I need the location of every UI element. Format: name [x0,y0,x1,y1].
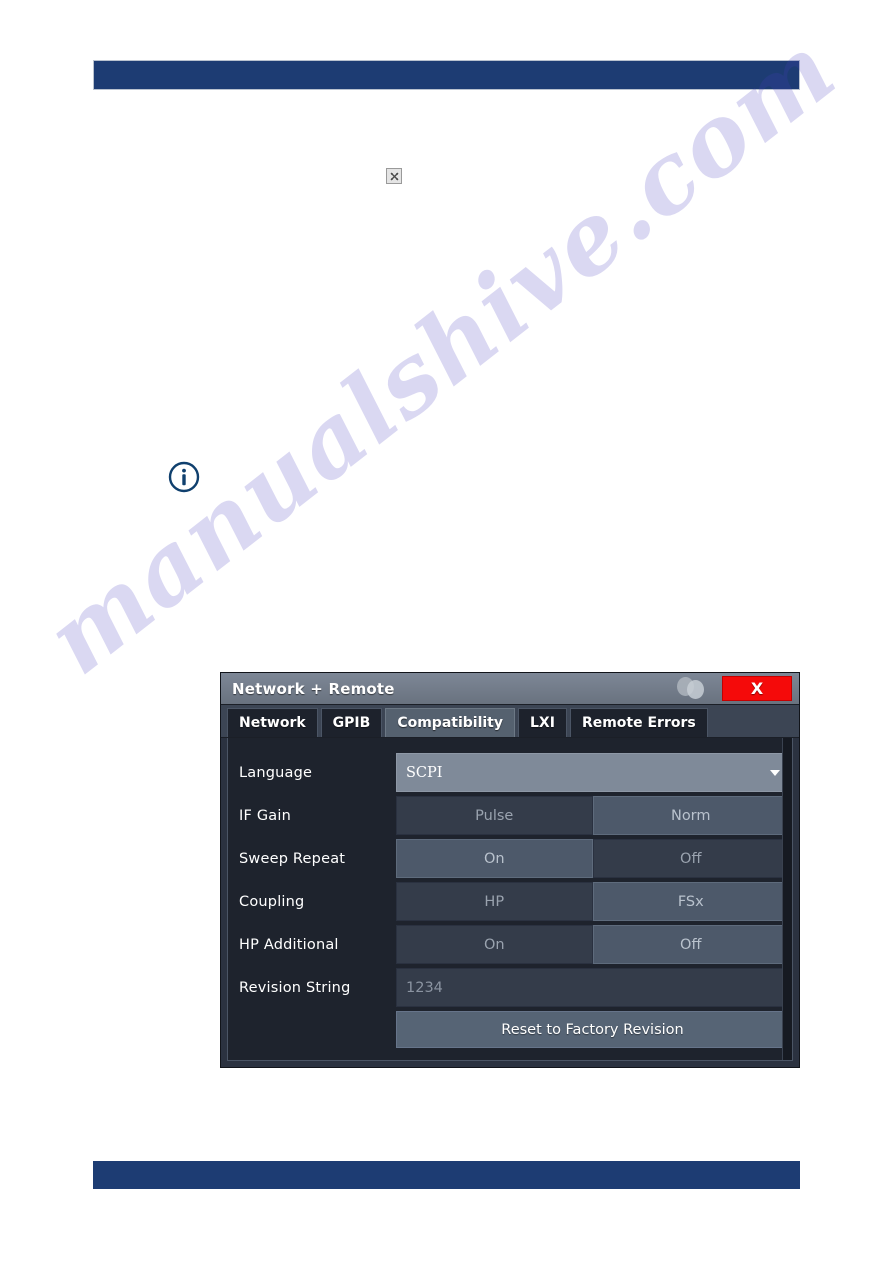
control-if-gain: Pulse Norm [396,794,792,837]
titlebar-circles-icon [677,677,711,699]
label-hp-additional: HP Additional [239,936,339,953]
sweep-repeat-option-on[interactable]: On [396,839,593,878]
sweep-repeat-option-off[interactable]: Off [592,839,789,878]
tab-compatibility[interactable]: Compatibility [385,708,515,737]
row-if-gain: IF Gain Pulse Norm [228,794,792,837]
close-button[interactable]: X [722,676,792,701]
control-reset: Reset to Factory Revision [396,1009,792,1050]
label-revision-string: Revision String [239,979,351,996]
network-remote-dialog: Network + Remote X Network GPIB Compatib… [221,673,799,1067]
label-sweep-repeat: Sweep Repeat [239,850,346,867]
if-gain-option-pulse[interactable]: Pulse [396,796,593,835]
tab-remote-errors[interactable]: Remote Errors [569,708,708,737]
tab-network[interactable]: Network [227,708,318,737]
hp-additional-option-on[interactable]: On [396,925,593,964]
language-dropdown[interactable]: SCPI [396,753,789,792]
page-footer-bar [93,1161,800,1189]
broken-image-placeholder-icon [386,168,402,184]
settings-rows: Language SCPI IF Gain Pulse Norm Sweep R… [228,738,792,1060]
revision-string-input[interactable]: 1234 [396,968,789,1007]
label-if-gain: IF Gain [239,807,291,824]
dialog-scrollbar[interactable] [782,738,792,1060]
chevron-down-icon [770,769,780,776]
dialog-tabstrip: Network GPIB Compatibility LXI Remote Er… [221,705,799,738]
circle-icon-front [687,680,704,699]
control-coupling: HP FSx [396,880,792,923]
tab-lxi[interactable]: LXI [518,708,567,737]
info-circle-icon [168,461,200,493]
label-reset-spacer [228,1009,396,1050]
row-sweep-repeat: Sweep Repeat On Off [228,837,792,880]
control-hp-additional: On Off [396,923,792,966]
tab-gpib[interactable]: GPIB [320,708,383,737]
row-language: Language SCPI [228,751,792,794]
page-header-bar [93,60,800,90]
hp-additional-option-off[interactable]: Off [592,925,789,964]
row-coupling: Coupling HP FSx [228,880,792,923]
control-revision-string: 1234 [396,966,792,1009]
if-gain-option-norm[interactable]: Norm [592,796,789,835]
row-revision-string: Revision String 1234 [228,966,792,1009]
control-sweep-repeat: On Off [396,837,792,880]
watermark-text: manualshive.com [25,11,857,697]
dialog-body: Language SCPI IF Gain Pulse Norm Sweep R… [227,738,793,1061]
coupling-option-hp[interactable]: HP [396,882,593,921]
control-language: SCPI [396,751,792,794]
row-hp-additional: HP Additional On Off [228,923,792,966]
label-language: Language [239,764,313,781]
language-value: SCPI [406,764,443,781]
row-reset-action: Reset to Factory Revision [228,1009,792,1050]
coupling-option-fsx[interactable]: FSx [592,882,789,921]
dialog-titlebar: Network + Remote X [221,673,799,705]
dialog-title: Network + Remote [232,679,395,698]
label-coupling: Coupling [239,893,305,910]
reset-to-factory-revision-button[interactable]: Reset to Factory Revision [396,1011,789,1048]
